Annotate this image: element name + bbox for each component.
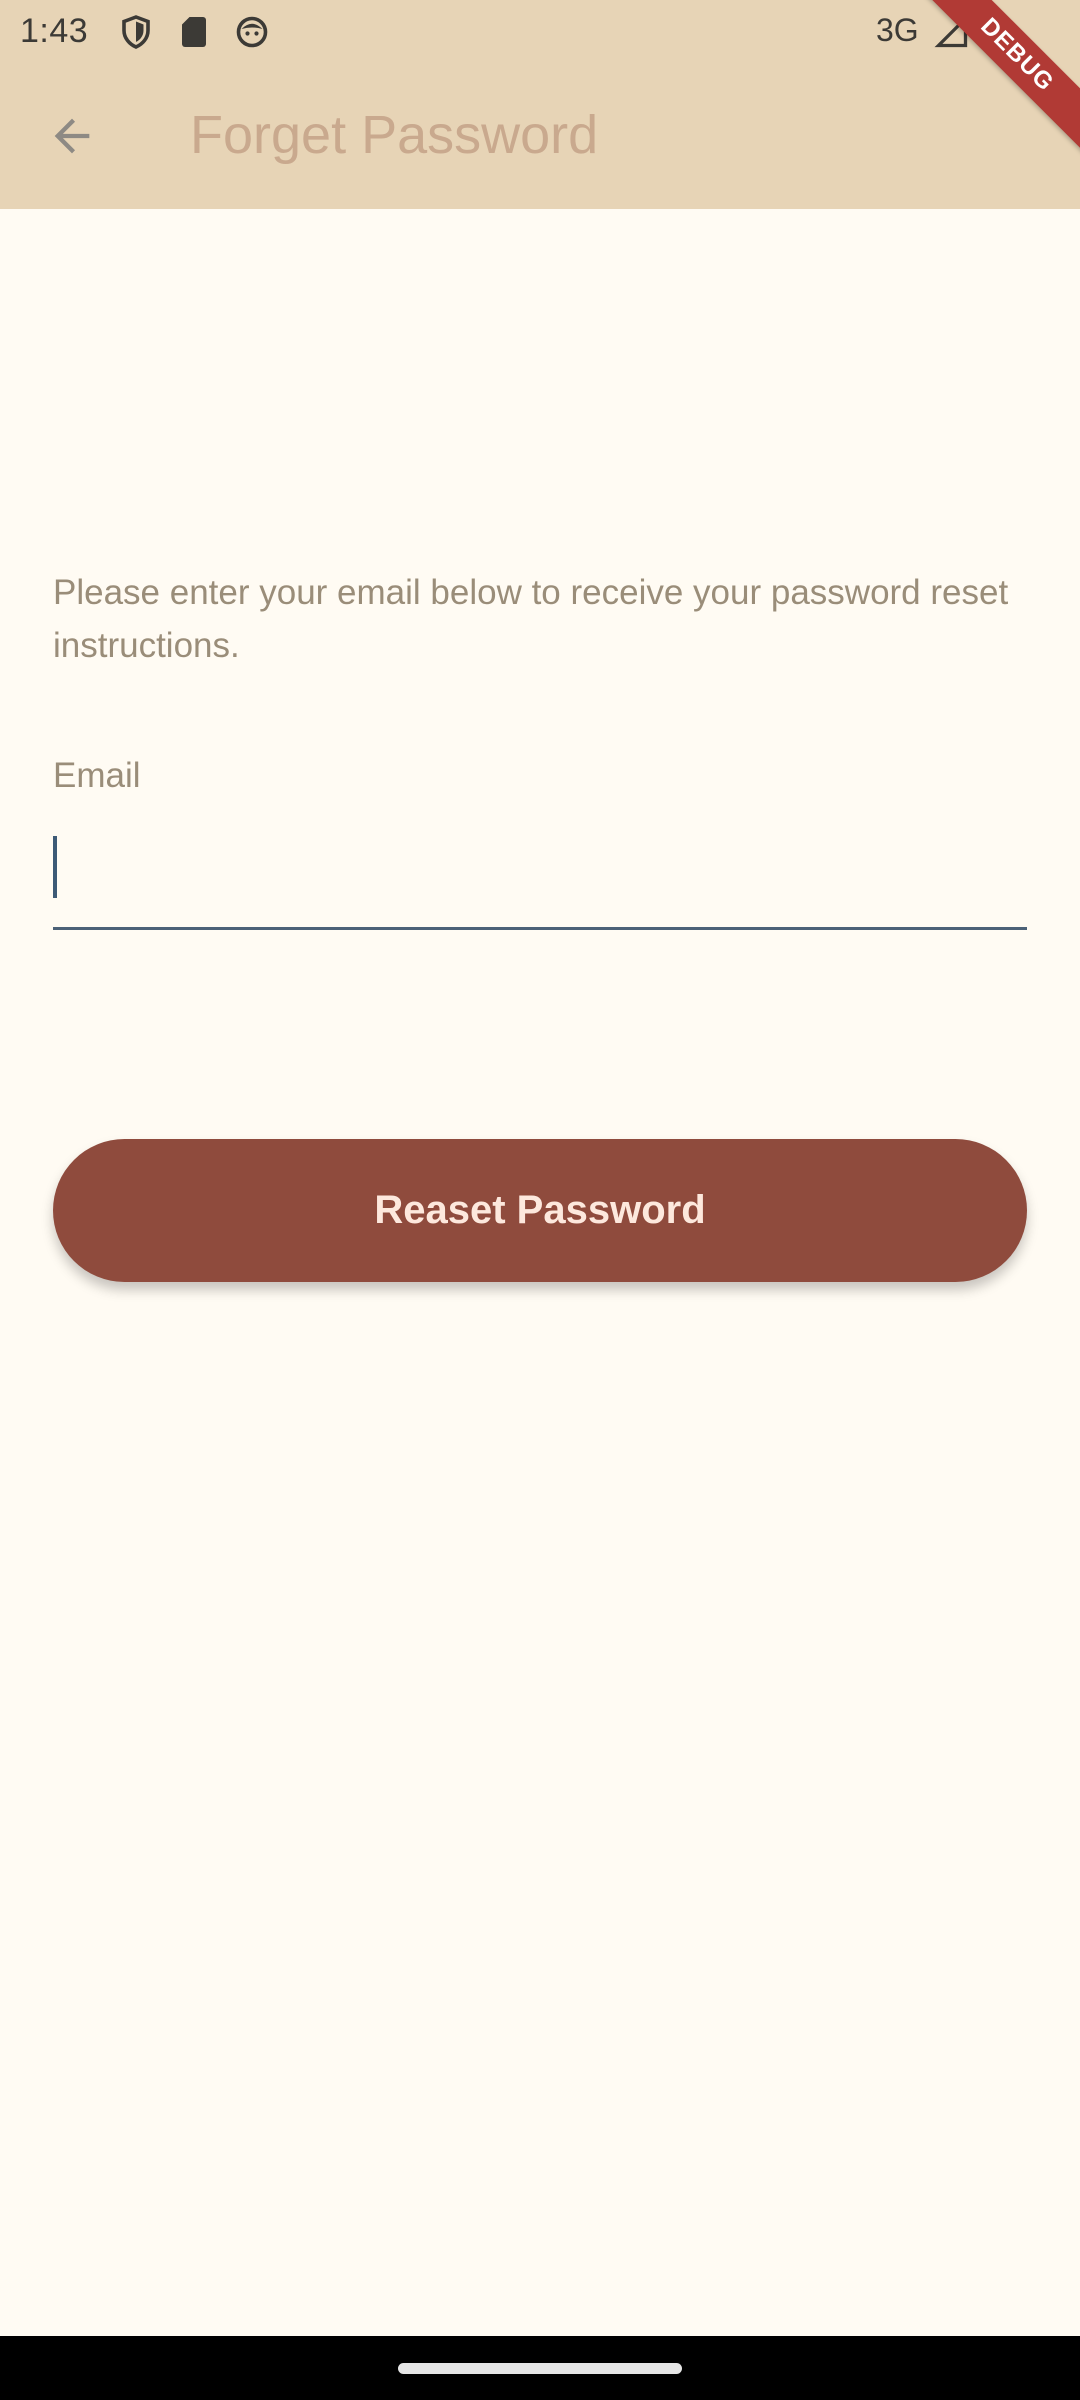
email-label: Email <box>53 756 141 795</box>
system-nav-bar <box>0 2336 1080 2400</box>
page-title: Forget Password <box>190 105 599 165</box>
home-gesture-pill[interactable] <box>398 2363 682 2374</box>
network-type: 3G <box>876 12 919 48</box>
shield-icon <box>122 15 150 49</box>
arrow-back-icon <box>54 118 90 154</box>
email-field[interactable] <box>53 818 1027 930</box>
status-bar: 1:43 3G <box>0 0 1080 64</box>
sd-card-icon <box>182 17 206 47</box>
instructions-text: Please enter your email below to receive… <box>53 573 1009 665</box>
face-icon <box>236 16 268 48</box>
text-caret <box>53 836 57 898</box>
status-time: 1:43 <box>20 12 89 50</box>
app-bar: 1:43 3G Forget Password DEBUG <box>0 0 1080 209</box>
forget-password-screen: 1:43 3G Forget Password DEBUG Please ent… <box>0 0 1080 2400</box>
back-button[interactable] <box>36 100 108 172</box>
email-input[interactable] <box>53 818 1027 927</box>
reset-password-button[interactable]: Reaset Password <box>53 1139 1027 1282</box>
